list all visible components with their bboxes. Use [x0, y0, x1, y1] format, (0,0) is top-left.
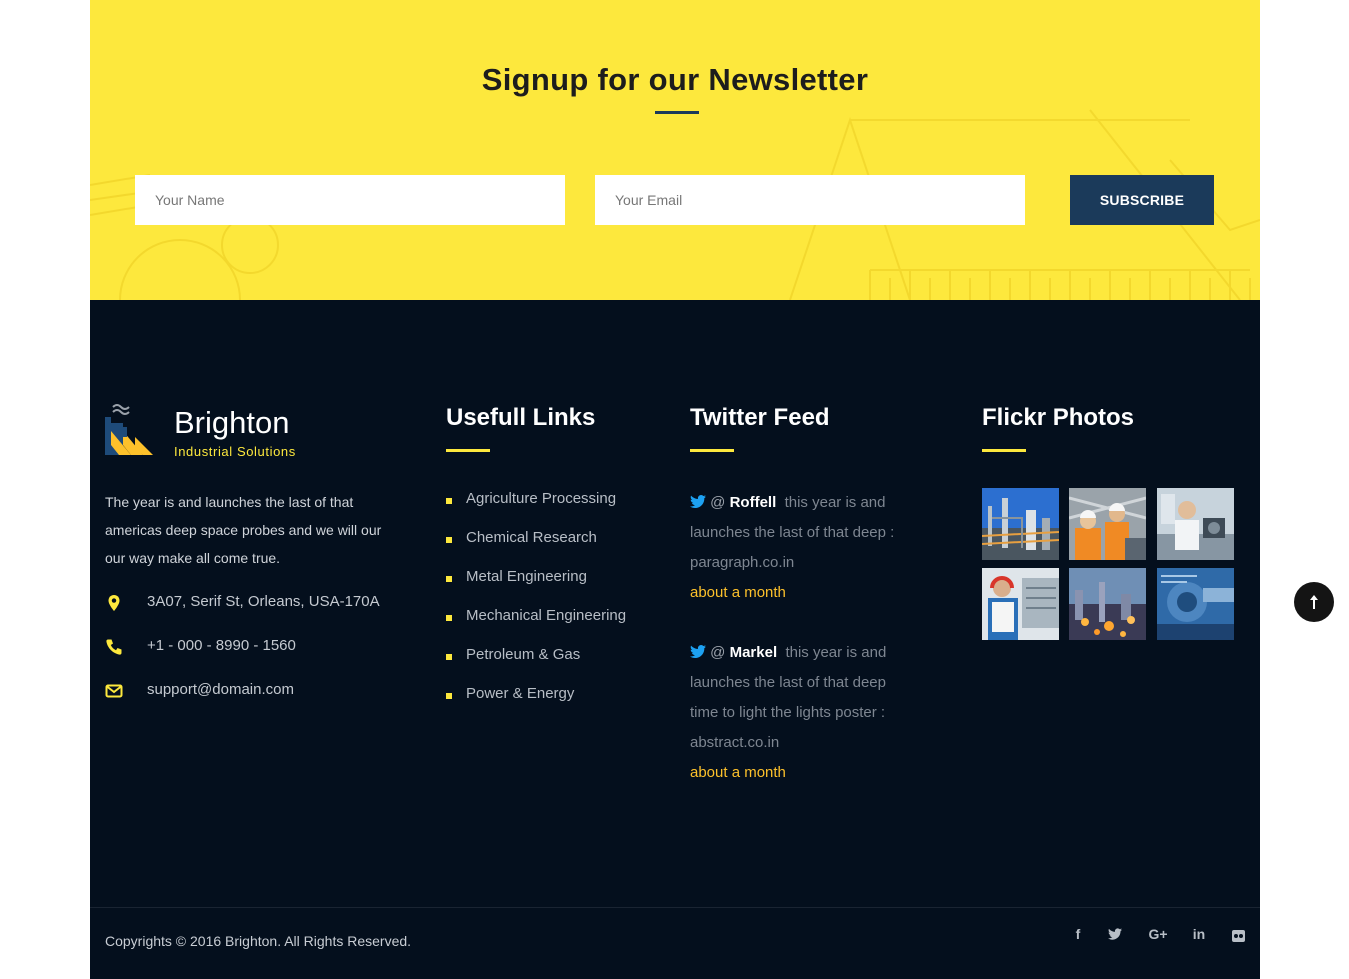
subscribe-button[interactable]: SUBSCRIBE	[1070, 175, 1214, 225]
tweet-item: @ Markel this year is and launches the l…	[690, 638, 905, 788]
newsletter-title: Signup for our Newsletter	[481, 62, 869, 97]
newsletter-background-pattern	[90, 109, 1260, 300]
flickr-photo-lab[interactable]	[1157, 488, 1234, 560]
tweet-time[interactable]: about a month	[690, 584, 786, 601]
link-label[interactable]: Agriculture Processing	[466, 490, 616, 507]
tweet-item: @ Roffell this year is and launches the …	[690, 488, 905, 608]
tweet-handle[interactable]: Markel	[730, 644, 778, 661]
bullet-square-icon	[446, 576, 452, 582]
bullet-square-icon	[446, 693, 452, 699]
arrow-up-icon	[1310, 595, 1318, 609]
tweet-at: @	[710, 494, 726, 511]
flickr-photos-underline	[982, 449, 1026, 452]
phone-text: +1 - 000 - 8990 - 1560	[147, 637, 296, 654]
twitter-bird-icon	[690, 495, 706, 508]
link-label[interactable]: Petroleum & Gas	[466, 646, 580, 663]
flickr-icon[interactable]	[1232, 928, 1245, 944]
tweet-time[interactable]: about a month	[690, 764, 786, 781]
newsletter-section: Signup for our Newsletter SUBSCRIBE	[90, 0, 1260, 300]
about-text: The year is and launches the last of tha…	[105, 494, 382, 566]
copyright-text: Copyrights © 2016 Brighton. All Rights R…	[105, 933, 412, 949]
twitter-icon[interactable]	[1108, 926, 1122, 942]
tweet-at: @	[710, 644, 726, 661]
linkedin-icon[interactable]: in	[1191, 926, 1207, 942]
contact-address: 3A07, Serif St, Orleans, USA-170A	[105, 592, 425, 616]
bullet-square-icon	[446, 537, 452, 543]
google-plus-icon[interactable]: G+	[1147, 926, 1169, 942]
map-marker-icon	[108, 595, 120, 611]
site-footer: Brighton Industrial Solutions The year i…	[90, 300, 1260, 979]
facebook-icon[interactable]: f	[1072, 926, 1084, 942]
email-text[interactable]: support@domain.com	[147, 681, 294, 698]
contact-email: support@domain.com	[105, 680, 425, 704]
link-label[interactable]: Chemical Research	[466, 529, 597, 546]
brand-tagline: Industrial Solutions	[174, 444, 296, 459]
link-label[interactable]: Mechanical Engineering	[466, 607, 626, 624]
tweet-handle[interactable]: Roffell	[730, 494, 777, 511]
flickr-photo-city-night[interactable]	[1069, 568, 1146, 640]
link-label[interactable]: Metal Engineering	[466, 568, 587, 585]
brand-name[interactable]: Brighton	[174, 405, 289, 441]
flickr-photos-title: Flickr Photos	[982, 404, 1135, 431]
flickr-gallery	[982, 488, 1234, 641]
brighton-logo-icon[interactable]	[105, 401, 165, 461]
bullet-square-icon	[446, 615, 452, 621]
scroll-to-top-button[interactable]	[1294, 582, 1334, 622]
flickr-photo-machinery[interactable]	[1157, 568, 1234, 640]
flickr-photo-workers[interactable]	[1069, 488, 1146, 560]
page-wrapper: Signup for our Newsletter SUBSCRIBE Brig…	[90, 0, 1260, 979]
bullet-square-icon	[446, 654, 452, 660]
useful-links-title: Usefull Links	[446, 404, 596, 431]
flickr-photo-refinery[interactable]	[982, 488, 1059, 560]
bullet-square-icon	[446, 498, 452, 504]
email-input[interactable]	[595, 175, 1025, 225]
footer-divider	[90, 907, 1260, 908]
twitter-bird-icon	[690, 645, 706, 658]
envelope-icon	[105, 684, 123, 698]
contact-phone: +1 - 000 - 8990 - 1560	[105, 636, 425, 660]
title-underline	[655, 111, 699, 114]
name-input[interactable]	[135, 175, 565, 225]
phone-icon	[106, 639, 122, 655]
twitter-feed-underline	[690, 449, 734, 452]
flickr-photo-engineer[interactable]	[982, 568, 1059, 640]
twitter-feed-title: Twitter Feed	[690, 404, 830, 431]
useful-links-underline	[446, 449, 490, 452]
address-text: 3A07, Serif St, Orleans, USA-170A	[147, 593, 380, 610]
link-label[interactable]: Power & Energy	[466, 685, 574, 702]
